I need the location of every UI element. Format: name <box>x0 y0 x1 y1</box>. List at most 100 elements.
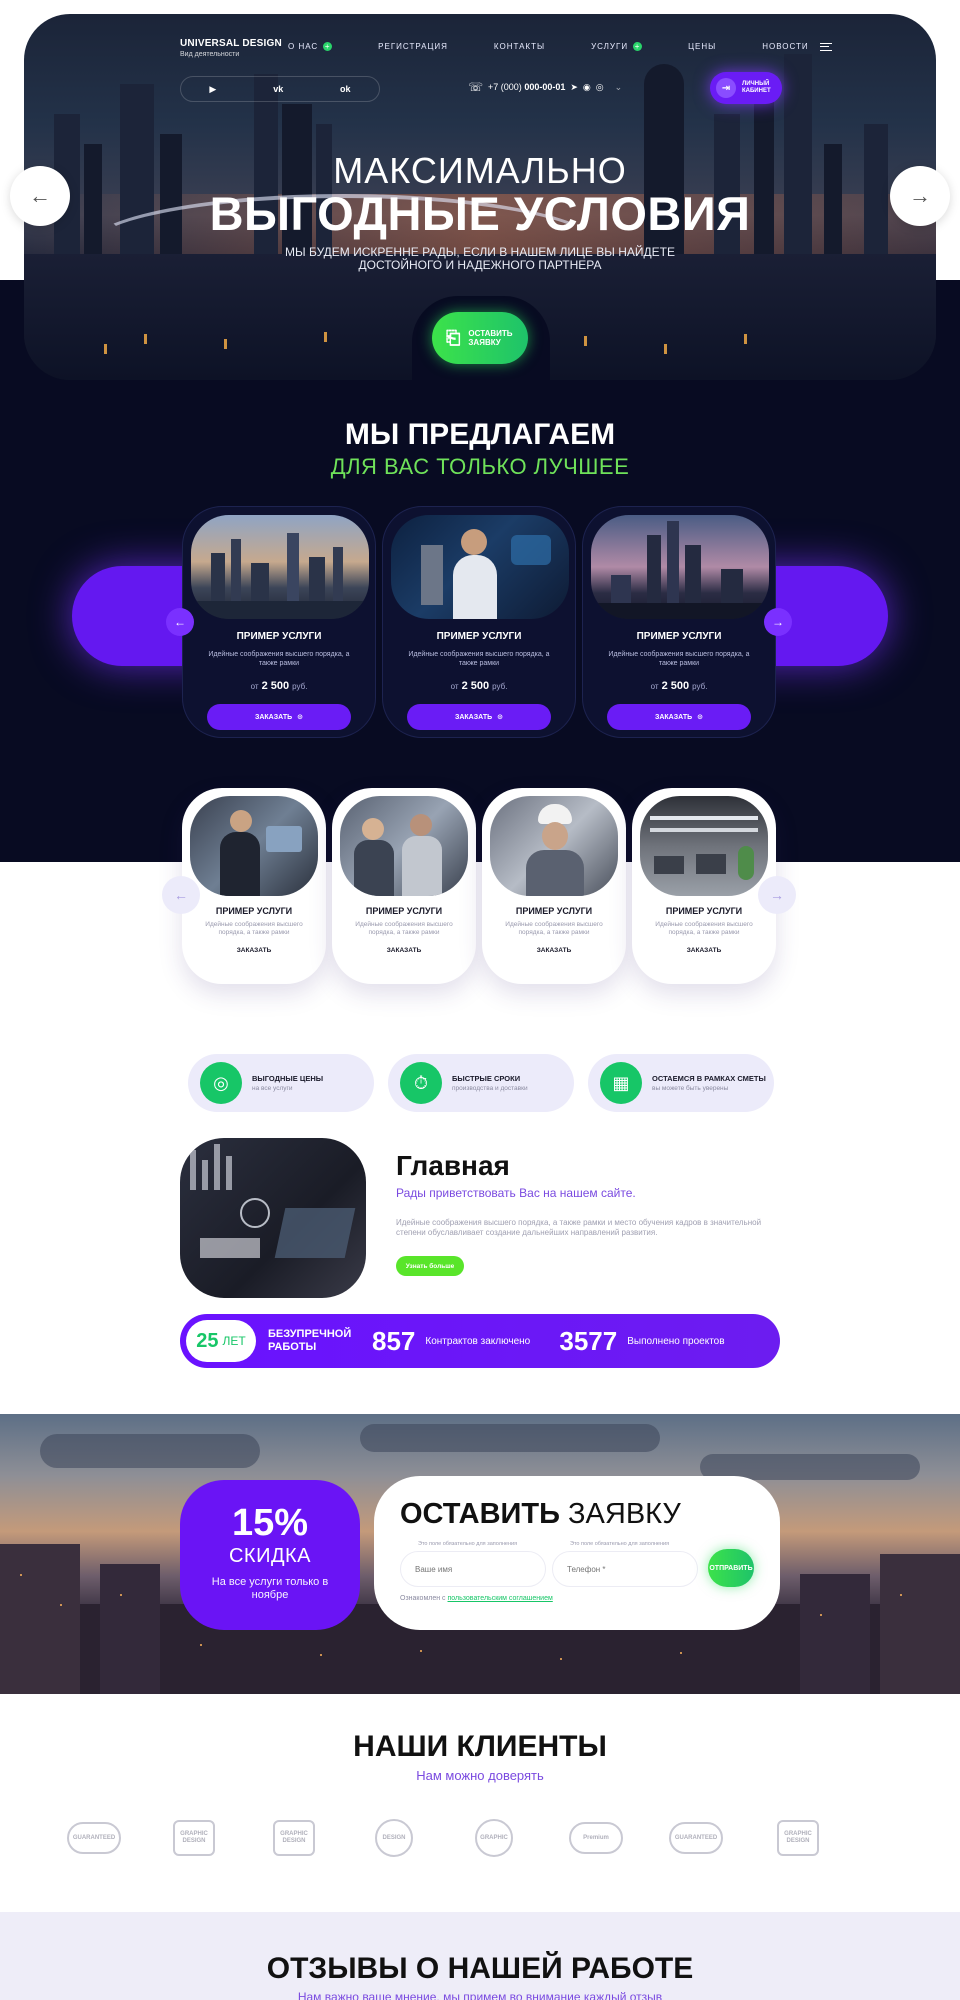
phone-input[interactable] <box>552 1551 698 1587</box>
agreement-text: Ознакомлен с пользовательским соглашение… <box>400 1595 553 1602</box>
stat-label: Выполнено проектов <box>627 1335 725 1347</box>
offer-card-image <box>191 515 369 619</box>
arrow-right-icon: → <box>770 887 784 903</box>
field-hint: Это поле обязательно для заполнения <box>418 1541 518 1547</box>
request-form: ОСТАВИТЬ ЗАЯВКУ Это поле обязательно для… <box>374 1476 780 1630</box>
client-logo[interactable]: GRAPHIC DESIGN <box>164 1818 224 1858</box>
offer-card-title: ПРИМЕР УСЛУГИ <box>436 631 522 642</box>
services-next-arrow[interactable]: → <box>758 876 796 914</box>
phone-block[interactable]: ☏ +7 (000) 000-00-01 ➤ ◉ ◎ ⌄ <box>468 80 622 94</box>
ok-icon[interactable]: ok <box>340 84 351 94</box>
offer-next-arrow[interactable]: → <box>764 608 792 636</box>
telegram-icon[interactable]: ➤ <box>570 82 578 93</box>
feature-item: ▦ ОСТАЕМСЯ В РАМКАХ СМЕТЫ вы можете быть … <box>588 1054 774 1112</box>
clients-subtitle: Нам можно доверять <box>416 1768 544 1783</box>
offer-card-title: ПРИМЕР УСЛУГИ <box>636 631 722 642</box>
stat-label: Контрактов заключено <box>425 1335 531 1347</box>
service-card: ПРИМЕР УСЛУГИ Идейные соображения высшег… <box>482 788 626 984</box>
order-link[interactable]: ЗАКАЗАТЬ <box>190 947 318 954</box>
offer-card: ПРИМЕР УСЛУГИ Идейные соображения высшег… <box>182 506 376 738</box>
order-link[interactable]: ЗАКАЗАТЬ <box>490 947 618 954</box>
burger-menu-icon[interactable] <box>819 42 832 51</box>
stat-value: 3577 <box>559 1325 618 1356</box>
offer-card-price: от 2 500 руб. <box>450 680 508 692</box>
submit-button[interactable]: ОТПРАВИТЬ <box>708 1549 754 1587</box>
order-link[interactable]: ЗАКАЗАТЬ <box>340 947 468 954</box>
offer-title: МЫ ПРЕДЛАГАЕМ <box>344 418 616 451</box>
arrow-left-icon: ← <box>174 887 188 903</box>
stat-value: 857 <box>372 1325 416 1356</box>
service-card-title: ПРИМЕР УСЛУГИ <box>365 906 443 916</box>
service-card-image <box>340 796 468 896</box>
offer-prev-arrow[interactable]: ← <box>166 608 194 636</box>
hero-next-arrow[interactable]: → <box>890 166 950 226</box>
client-logo[interactable]: DESIGN <box>364 1818 424 1858</box>
form-title: ОСТАВИТЬ ЗАЯВКУ <box>400 1498 681 1530</box>
offer-card-image <box>591 515 769 619</box>
client-logo[interactable]: GRAPHIC <box>464 1818 524 1858</box>
order-button[interactable]: ЗАКАЗАТЬ ⊙ <box>207 704 351 730</box>
vk-icon[interactable]: vk <box>273 84 283 94</box>
nav-item-services[interactable]: УСЛУГИ + <box>591 42 643 51</box>
service-card: ПРИМЕР УСЛУГИ Идейные соображения высшег… <box>632 788 776 984</box>
client-logo[interactable]: Premium <box>566 1818 626 1858</box>
feature-item: ⏱ БЫСТРЫЕ СРОКИ производства и доставки <box>388 1054 574 1112</box>
brand-logo[interactable]: UNIVERSAL DESIGN Вид деятельности <box>180 38 282 58</box>
offer-card-desc: Идейные соображения высшего порядка, а т… <box>608 651 750 667</box>
stopwatch-icon: ⏱ <box>400 1062 442 1104</box>
bookmark-icon: ⎗ <box>446 327 461 348</box>
feature-item: ◎ ВЫГОДНЫЕ ЦЕНЫ на все услуги <box>188 1054 374 1112</box>
arrow-circle-icon: ⊙ <box>497 714 504 721</box>
order-button[interactable]: ЗАКАЗАТЬ ⊙ <box>607 704 751 730</box>
nav-item-prices[interactable]: ЦЕНЫ <box>688 42 716 51</box>
nav-item-about[interactable]: О НАС + <box>288 42 333 51</box>
service-card-title: ПРИМЕР УСЛУГИ <box>215 906 293 916</box>
order-button[interactable]: ЗАКАЗАТЬ ⊙ <box>407 704 551 730</box>
arrow-right-icon: → <box>772 615 784 629</box>
cabinet-button[interactable]: ⇥ ЛИЧНЫЙ КАБИНЕТ <box>710 72 782 104</box>
offer-card-image <box>391 515 569 619</box>
service-card-title: ПРИМЕР УСЛУГИ <box>515 906 593 916</box>
nav-item-registration[interactable]: РЕГИСТРАЦИЯ <box>378 42 448 51</box>
viber-icon[interactable]: ◎ <box>596 82 604 93</box>
discount-card: 15% СКИДКА На все услуги только в ноябре <box>180 1480 360 1630</box>
brand-sub: Вид деятельности <box>180 51 240 58</box>
coin-icon: ◎ <box>200 1062 242 1104</box>
service-card-image <box>490 796 618 896</box>
offer-card-desc: Идейные соображения высшего порядка, а т… <box>408 651 550 667</box>
chevron-down-icon[interactable]: ⌄ <box>615 82 623 93</box>
nav-item-contacts[interactable]: КОНТАКТЫ <box>494 42 545 51</box>
whatsapp-icon[interactable]: ◉ <box>583 82 591 93</box>
reviews-title: ОТЗЫВЫ О НАШЕЙ РАБОТЕ <box>266 1952 694 1985</box>
learn-more-button[interactable]: Узнать больше <box>396 1256 464 1276</box>
offer-subtitle: ДЛЯ ВАС ТОЛЬКО ЛУЧШЕЕ <box>330 454 630 479</box>
hero-prev-arrow[interactable]: ← <box>10 166 70 226</box>
client-logo[interactable]: GUARANTEED <box>64 1818 124 1858</box>
login-icon: ⇥ <box>716 78 736 98</box>
name-input[interactable] <box>400 1551 546 1587</box>
field-hint: Это поле обязательно для заполнения <box>570 1541 670 1547</box>
client-logo[interactable]: GRAPHIC DESIGN <box>768 1818 828 1858</box>
offer-card: ПРИМЕР УСЛУГИ Идейные соображения высшег… <box>582 506 776 738</box>
hero-title-line2: ВЫГОДНЫЕ УСЛОВИЯ <box>209 187 751 240</box>
clients-title: НАШИ КЛИЕНТЫ <box>353 1730 607 1763</box>
about-subtitle: Рады приветствовать Вас на нашем сайте. <box>396 1186 636 1200</box>
youtube-icon[interactable]: ▶ <box>209 84 216 95</box>
arrow-left-icon: ← <box>174 615 186 629</box>
years-label: БЕЗУПРЕЧНОЙ РАБОТЫ <box>268 1328 352 1353</box>
plus-icon: + <box>633 42 643 51</box>
services-prev-arrow[interactable]: ← <box>162 876 200 914</box>
agreement-link[interactable]: пользовательским соглашением <box>448 1595 553 1602</box>
plus-icon: + <box>323 42 333 51</box>
phone-icon: ☏ <box>468 80 484 94</box>
calendar-icon: ▦ <box>600 1062 642 1104</box>
nav-item-news[interactable]: НОВОСТИ <box>762 42 832 51</box>
arrow-right-icon: → <box>909 183 931 208</box>
social-links: ▶ vk ok <box>180 76 380 102</box>
client-logo[interactable]: GRAPHIC DESIGN <box>264 1818 324 1858</box>
discount-value: 15% <box>231 1502 309 1544</box>
years-badge: 25 ЛЕТ <box>186 1320 256 1362</box>
order-link[interactable]: ЗАКАЗАТЬ <box>640 947 768 954</box>
client-logo[interactable]: GUARANTEED <box>666 1818 726 1858</box>
hero-cta-button[interactable]: ⎗ ОСТАВИТЬ ЗАЯВКУ <box>432 312 528 364</box>
